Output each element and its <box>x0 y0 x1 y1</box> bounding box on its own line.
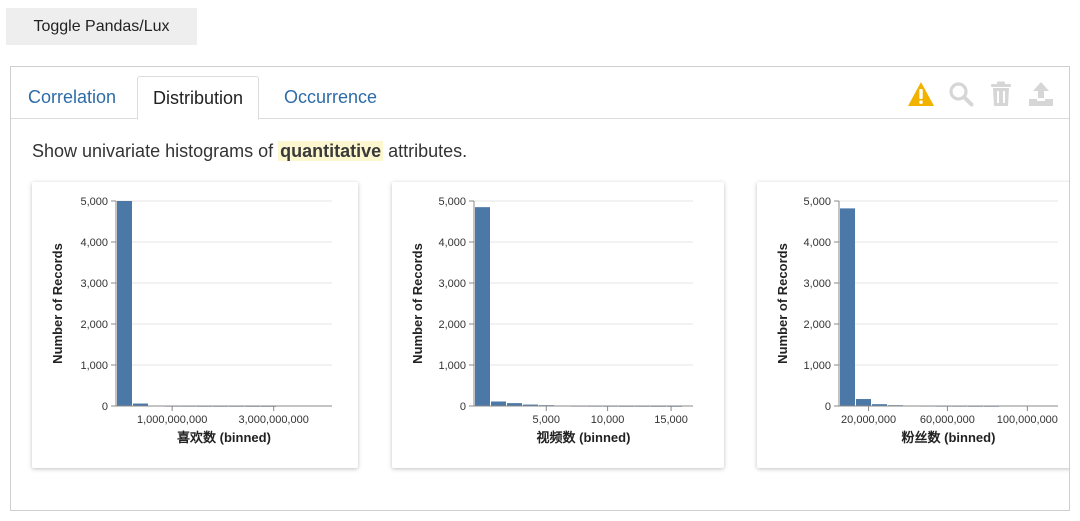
y-axis-title: Number of Records <box>775 243 790 364</box>
tab-occurrence[interactable]: Occurrence <box>269 76 392 119</box>
histogram-bar[interactable] <box>856 399 871 406</box>
y-tick-label: 5,000 <box>803 196 831 208</box>
x-tick-label: 3,000,000,000 <box>239 414 309 426</box>
histogram-card-videos[interactable]: 0 1,000 2,000 3,000 4,000 5,000 5,000 10,000 15,… <box>392 182 724 468</box>
trash-icon[interactable] <box>987 80 1015 108</box>
y-tick-label: 1,000 <box>438 360 466 372</box>
x-tick-label: 1,000,000,000 <box>137 414 207 426</box>
x-axis-title: 视频数 (binned) <box>537 430 631 445</box>
x-tick-label: 10,000 <box>591 414 625 426</box>
tab-distribution[interactable]: Distribution <box>137 76 260 120</box>
y-tick-label: 0 <box>460 401 466 413</box>
histogram-bar[interactable] <box>491 401 506 406</box>
y-tick-label: 0 <box>102 401 108 413</box>
histogram-bar[interactable] <box>840 208 855 406</box>
x-tick-label: 5,000 <box>533 414 561 426</box>
toolbar <box>907 79 1055 109</box>
y-tick-label: 3,000 <box>80 278 108 290</box>
y-tick-label: 5,000 <box>438 196 466 208</box>
description-text: Show univariate histograms of quantitati… <box>32 141 467 162</box>
histogram-chart-likes: 0 1,000 2,000 3,000 4,000 5,000 1,000,000,000 3… <box>50 196 332 445</box>
histogram-bar[interactable] <box>117 201 132 406</box>
histogram-card-followers[interactable]: 0 1,000 2,000 3,000 4,000 5,000 20,000,000 60,0… <box>757 182 1069 468</box>
x-tick-label: 60,000,000 <box>920 414 975 426</box>
y-tick-label: 2,000 <box>438 319 466 331</box>
y-axis-title: Number of Records <box>50 243 65 364</box>
upload-icon[interactable] <box>1027 80 1055 108</box>
tab-correlation[interactable]: Correlation <box>13 76 131 119</box>
x-tick-label: 15,000 <box>654 414 688 426</box>
histogram-card-likes[interactable]: 0 1,000 2,000 3,000 4,000 5,000 1,000,000,000 3… <box>32 182 358 468</box>
x-axis-title: 喜欢数 (binned) <box>177 430 271 445</box>
y-tick-label: 1,000 <box>803 360 831 372</box>
search-icon[interactable] <box>947 80 975 108</box>
y-tick-label: 5,000 <box>80 196 108 208</box>
histogram-bar[interactable] <box>475 207 490 406</box>
y-tick-label: 1,000 <box>80 360 108 372</box>
histogram-chart-followers: 0 1,000 2,000 3,000 4,000 5,000 20,000,000 60,0… <box>775 196 1058 445</box>
tab-bar: Correlation Distribution Occurrence <box>11 67 1069 120</box>
histogram-chart-videos: 0 1,000 2,000 3,000 4,000 5,000 5,000 10,000 15,… <box>410 196 693 445</box>
x-tick-label: 100,000,000 <box>997 414 1058 426</box>
y-tick-label: 4,000 <box>438 237 466 249</box>
warning-icon[interactable] <box>907 80 935 108</box>
description-suffix: attributes. <box>383 141 468 161</box>
y-tick-label: 0 <box>825 401 831 413</box>
y-tick-label: 4,000 <box>803 237 831 249</box>
y-tick-label: 2,000 <box>80 319 108 331</box>
x-axis-title: 粉丝数 (binned) <box>902 430 996 445</box>
toggle-pandas-lux-button[interactable]: Toggle Pandas/Lux <box>6 8 197 45</box>
lux-widget: Correlation Distribution Occurrence Show… <box>10 66 1070 511</box>
description-prefix: Show univariate histograms of <box>32 141 279 161</box>
y-tick-label: 2,000 <box>803 319 831 331</box>
y-tick-label: 3,000 <box>438 278 466 290</box>
y-tick-label: 4,000 <box>80 237 108 249</box>
x-tick-label: 20,000,000 <box>841 414 896 426</box>
y-axis-title: Number of Records <box>410 243 425 364</box>
y-tick-label: 3,000 <box>803 278 831 290</box>
highlighted-keyword: quantitative <box>278 141 384 161</box>
